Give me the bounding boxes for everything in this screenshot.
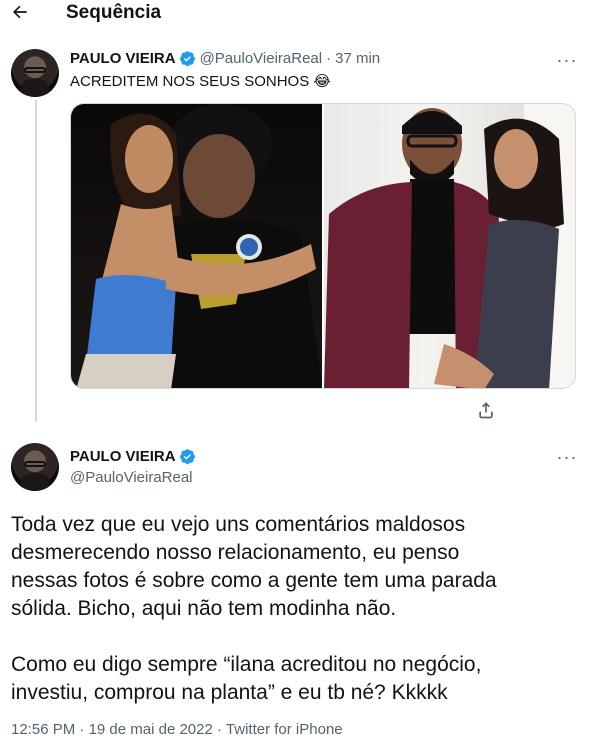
tweet-text-line: sólida. Bicho, aqui não tem modinha não. bbox=[11, 597, 397, 620]
tweet-text-line-blank bbox=[11, 623, 581, 651]
tweet-text-line: nessas fotos é sobre como a gente tem um… bbox=[11, 569, 497, 592]
tweet-source[interactable]: Twitter for iPhone bbox=[226, 721, 343, 738]
photo-illustration bbox=[76, 104, 322, 388]
tweet-text-line: investiu, comprou na planta” e eu tb né?… bbox=[11, 681, 448, 704]
avatar[interactable] bbox=[11, 443, 59, 491]
photo-couple-night[interactable] bbox=[71, 104, 322, 388]
photo-couple-studio[interactable] bbox=[324, 104, 575, 388]
more-options-icon[interactable]: ··· bbox=[555, 447, 579, 467]
tweet-timestamp[interactable]: 37 min bbox=[335, 50, 380, 67]
author-handle[interactable]: @PauloVieiraReal bbox=[70, 469, 193, 486]
tweet-text-line: desmerecendo nosso relacionamento, eu pe… bbox=[11, 541, 460, 564]
author-handle[interactable]: @PauloVieiraReal bbox=[200, 50, 323, 67]
tweet-meta: 12:56 PM · 19 de mai de 2022 · Twitter f… bbox=[11, 721, 343, 738]
tweet-text-line: Como eu digo sempre “ilana acreditou no … bbox=[11, 653, 482, 676]
thread-connector-line bbox=[35, 100, 37, 422]
tweet-author-row: PAULO VIEIRA bbox=[70, 448, 196, 465]
avatar[interactable] bbox=[11, 49, 59, 97]
more-options-icon[interactable]: ··· bbox=[555, 50, 579, 70]
separator-dot: · bbox=[217, 721, 222, 738]
verified-badge-icon bbox=[179, 51, 195, 67]
tweet-text: Toda vez que eu vejo uns comentários mal… bbox=[11, 511, 581, 707]
verified-badge-icon bbox=[179, 449, 195, 465]
author-display-name[interactable]: PAULO VIEIRA bbox=[70, 448, 176, 465]
tweet-text: ACREDITEM NOS SEUS SONHOS 😂 bbox=[70, 73, 331, 90]
separator-dot: · bbox=[79, 721, 85, 738]
tweet-author-row: PAULO VIEIRA @PauloVieiraReal · 37 min bbox=[70, 50, 380, 67]
photo-illustration bbox=[324, 104, 575, 388]
tweet-date[interactable]: 19 de mai de 2022 bbox=[89, 721, 213, 738]
share-icon[interactable] bbox=[476, 400, 496, 420]
header-bar: Sequência bbox=[0, 0, 591, 28]
tweet-text-line: Toda vez que eu vejo uns comentários mal… bbox=[11, 513, 466, 536]
separator-dot: · bbox=[326, 50, 332, 67]
page-title: Sequência bbox=[66, 2, 162, 23]
author-display-name[interactable]: PAULO VIEIRA bbox=[70, 50, 176, 67]
tweet-time[interactable]: 12:56 PM bbox=[11, 721, 75, 738]
tweet-media[interactable] bbox=[70, 103, 576, 389]
arrow-left-icon[interactable] bbox=[8, 1, 32, 23]
